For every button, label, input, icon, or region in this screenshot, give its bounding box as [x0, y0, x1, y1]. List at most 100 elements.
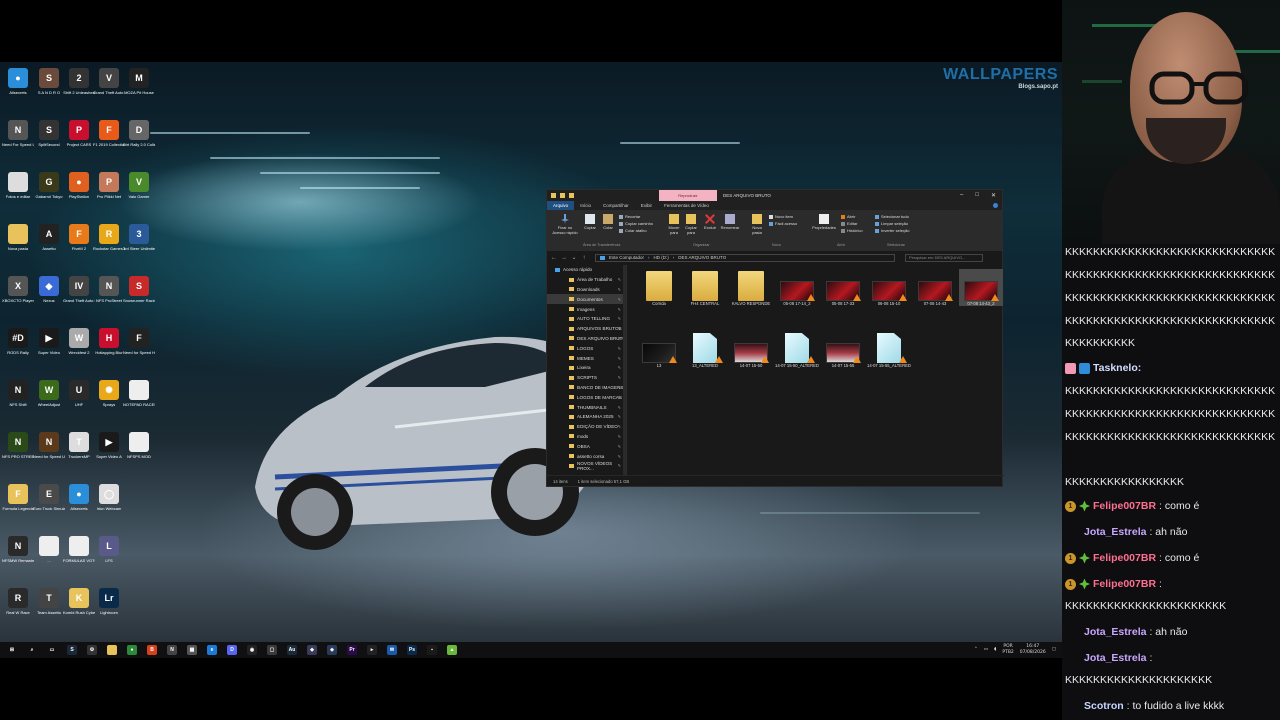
nav-item[interactable]: LOGOS ✎ — [547, 343, 626, 353]
forward-arrow-icon[interactable]: → — [561, 255, 567, 261]
invert-selection-button[interactable]: Inverter seleção — [875, 228, 909, 233]
taskbar-search-icon[interactable]: ⌕ — [27, 645, 37, 655]
back-arrow-icon[interactable]: ← — [551, 255, 557, 261]
desktop-icon[interactable]: P Project CARS — [64, 120, 94, 147]
tab-inicio[interactable]: Início — [574, 201, 597, 210]
recent-chevron-icon[interactable]: ⌄ — [571, 254, 577, 261]
desktop-icon[interactable]: ◆ Nexus — [34, 276, 64, 303]
pin-quick-access-button[interactable]: Fixar no Acesso rápido — [551, 214, 579, 235]
desktop-icon[interactable]: X XBOXCTO Player — [2, 276, 34, 303]
taskbar-premiere-icon[interactable]: Pr — [347, 645, 357, 655]
nav-item[interactable]: NOVOS VÍDEOS PROX... ✎ — [547, 461, 626, 471]
copy-to-button[interactable]: Copiar para — [683, 214, 699, 235]
taskbar-audition-icon[interactable]: Au — [287, 645, 297, 655]
explorer-titlebar[interactable]: Reproduzir DES ARQUIVO BRUTO – □ ✕ — [547, 190, 1002, 201]
taskbar-calculator-icon[interactable]: ▦ — [187, 645, 197, 655]
file-item[interactable]: 07-08 14-43_2 — [959, 269, 1003, 306]
desktop-icon[interactable]: L LFS — [94, 536, 124, 563]
up-arrow-icon[interactable]: ↑ — [581, 255, 587, 261]
desktop-icon[interactable]: M MOZA Pit House — [124, 68, 154, 95]
nav-item[interactable]: EDIÇÃO DE VÍDEO ✎ — [547, 422, 626, 432]
desktop-icon[interactable]: D Dirt Rally 2.0 Collected — [123, 120, 155, 147]
desktop-icon[interactable]: S S A N D R O — [34, 68, 64, 95]
taskbar-mail-icon[interactable]: ✉ — [387, 645, 397, 655]
help-icon[interactable] — [993, 203, 998, 208]
desktop-icon[interactable]: R Rockstar Games L... — [93, 224, 125, 251]
save-icon[interactable] — [560, 193, 565, 198]
file-item[interactable]: Corrida — [637, 269, 681, 306]
file-item[interactable]: 13_ALTERED — [683, 331, 727, 368]
notification-icon[interactable]: ▢ — [1052, 647, 1056, 652]
desktop-icon[interactable]: N Need For Speed Unb... — [2, 120, 34, 147]
desktop-icon[interactable]: V Valo Gamer — [124, 172, 154, 199]
desktop-icon[interactable]: N NFSMW Remaster — [2, 536, 34, 563]
nav-item[interactable]: Área de Trabalho ✎ — [547, 275, 626, 285]
tab-exibir[interactable]: Exibir — [635, 201, 658, 210]
file-item[interactable]: 14-07 15-55_ALTERED — [867, 331, 911, 368]
taskbar-app-icon[interactable]: ◆ — [307, 645, 317, 655]
search-box[interactable]: Pesquisar em DES ARQUIVO... — [905, 253, 983, 262]
tab-ferramentas-video[interactable]: Ferramentas de Vídeo — [658, 201, 715, 210]
language-indicator[interactable]: POR PTB2 — [1002, 644, 1013, 655]
nav-item[interactable]: OBSA ✎ — [547, 441, 626, 451]
chat-username[interactable]: Jota_Estrela — [1084, 626, 1146, 638]
file-explorer-window[interactable]: Reproduzir DES ARQUIVO BRUTO – □ ✕ Arqui… — [546, 189, 1004, 487]
new-folder-icon[interactable] — [569, 193, 574, 198]
desktop-icon[interactable]: F Need for Speed Heat — [123, 328, 155, 355]
desktop-icon[interactable]: T Team Assetto — [34, 588, 64, 615]
desktop-icon[interactable]: F Formula Legends — [2, 484, 34, 511]
nav-item[interactable]: Documentos ✎ — [547, 294, 626, 305]
address-bar[interactable]: Este Computador › HD (D:) › DES ARQUIVO BR… — [595, 253, 895, 262]
paste-shortcut-button[interactable]: Colar atalho — [619, 228, 647, 233]
desktop-icon[interactable]: ◯ Iriun Webcam — [94, 484, 124, 511]
file-item[interactable]: 06-08 15-10 — [867, 269, 911, 306]
desktop-icon[interactable]: NOTEPAD RACES — [123, 380, 155, 407]
desktop-icon[interactable]: ▶ Super Video A — [94, 432, 124, 459]
network-icon[interactable]: ▭ — [984, 647, 988, 652]
nav-item[interactable]: assetto corsa ✎ — [547, 451, 626, 461]
desktop-icon[interactable]: F F1 2019 Collection — [93, 120, 125, 147]
rename-button[interactable]: Renomear — [719, 214, 741, 231]
desktop-icon[interactable]: H Hotlapping Blur — [94, 328, 124, 355]
breadcrumb-this-pc[interactable]: Este Computador — [609, 255, 644, 260]
taskbar-windows-icon[interactable]: ⊞ — [7, 645, 17, 655]
desktop-icon[interactable]: G Gabarrol Tokyo — [34, 172, 64, 199]
new-folder-button[interactable]: Nova pasta — [749, 214, 765, 235]
taskbar-steam-icon[interactable]: S — [67, 645, 77, 655]
taskbar-edge-icon[interactable]: e — [207, 645, 217, 655]
taskbar-notepad-icon[interactable]: N — [167, 645, 177, 655]
tab-arquivo[interactable]: Arquivo — [547, 201, 575, 210]
chat-username[interactable]: Jota_Estrela — [1084, 526, 1146, 538]
chat-username[interactable]: Jota_Estrela — [1084, 652, 1146, 664]
select-none-button[interactable]: Limpar seleção — [875, 221, 908, 226]
taskbar-gamebar-icon[interactable]: ▸ — [367, 645, 377, 655]
desktop-icon[interactable]: W Wreckfest 2 — [64, 328, 94, 355]
chevron-up-icon[interactable]: ⌃ — [974, 647, 978, 652]
desktop-icon[interactable]: V Grand Theft Auto V — [93, 68, 125, 95]
chat-username[interactable]: Scotron — [1084, 700, 1124, 712]
open-button[interactable]: Abrir — [841, 214, 855, 219]
copy-path-button[interactable]: Copiar caminho — [619, 221, 653, 226]
nav-item[interactable]: SCRIPTS ✎ — [547, 373, 626, 383]
desktop-icon[interactable]: E Euro Truck Simulator 2 — [33, 484, 65, 511]
desktop-icon[interactable]: 3 3rd Steer Unlimited 2 — [123, 224, 155, 251]
chat-username[interactable]: Felipe007BR — [1093, 552, 1156, 564]
desktop-icon[interactable]: R Real W Race — [3, 588, 33, 615]
select-all-button[interactable]: Selecionar tudo — [875, 214, 909, 219]
desktop-icon[interactable]: W WheelAdjust — [34, 380, 64, 407]
breadcrumb-folder[interactable]: DES ARQUIVO BRUTO — [678, 255, 726, 260]
taskbar-vpn-icon[interactable]: ◈ — [327, 645, 337, 655]
taskbar-android-icon[interactable]: ▲ — [447, 645, 457, 655]
tab-compartilhar[interactable]: Compartilhar — [597, 201, 635, 210]
history-button[interactable]: Histórico — [841, 228, 863, 233]
desktop-icon[interactable]: T TruckersMP — [64, 432, 94, 459]
close-icon[interactable]: ✕ — [991, 192, 996, 199]
chat-username[interactable]: Felipe007BR — [1093, 500, 1156, 512]
taskbar-obs-icon[interactable]: ◉ — [247, 645, 257, 655]
navigation-scrollbar[interactable] — [623, 265, 626, 476]
desktop-icon[interactable]: Lr Lightroom — [94, 588, 124, 615]
edit-button[interactable]: Editar — [841, 221, 857, 226]
taskbar-app2-icon[interactable]: ▪ — [427, 645, 437, 655]
maximize-icon[interactable]: □ — [975, 192, 979, 199]
taskbar-explorer-icon[interactable] — [107, 645, 117, 655]
